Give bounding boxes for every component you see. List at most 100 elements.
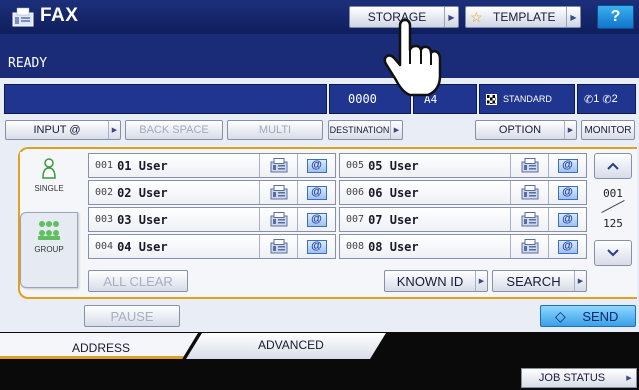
input-at-button[interactable]: INPUT @ ▶ <box>5 120 121 140</box>
at-sign-icon: @ <box>557 212 578 227</box>
at-sign-icon: @ <box>306 212 327 227</box>
page-divider <box>601 199 625 214</box>
pause-label: PAUSE <box>110 308 154 324</box>
phone-icon: ✆ <box>584 93 594 106</box>
address-row[interactable]: 004 04 User @ <box>88 234 336 259</box>
fax-machine-icon <box>270 239 287 254</box>
star-icon: ☆ <box>470 8 483 25</box>
address-name: 04 User <box>117 239 168 254</box>
fax-select-button[interactable] <box>510 181 548 204</box>
arrow-right-icon: ▶ <box>108 121 120 139</box>
address-row[interactable]: 007 07 User @ <box>339 207 587 232</box>
search-label: SEARCH <box>506 273 561 289</box>
tab-single[interactable]: SINGLE <box>20 152 78 210</box>
address-row[interactable]: 006 06 User @ <box>339 180 587 205</box>
address-row[interactable]: 003 03 User @ <box>88 207 336 232</box>
destination-button[interactable]: DESTINATION ▶ <box>328 120 403 140</box>
info-bar: 0000 A4 STANDARD ✆ 1 ✆ 2 <box>4 84 636 114</box>
address-number: 003 <box>95 214 114 225</box>
address-number: 001 <box>95 160 114 171</box>
email-select-button[interactable]: @ <box>297 235 335 258</box>
fax-select-button[interactable] <box>259 208 297 231</box>
template-label: TEMPLATE <box>493 10 556 24</box>
resolution-display: STANDARD <box>479 84 575 114</box>
monitor-button[interactable]: MONITOR <box>581 120 635 140</box>
help-label: ? <box>610 8 621 25</box>
fax-select-button[interactable] <box>510 235 548 258</box>
all-clear-button[interactable]: ALL CLEAR <box>88 270 188 292</box>
chevron-down-icon <box>607 249 619 257</box>
destination-label: DESTINATION <box>329 125 390 135</box>
send-diamond-icon: ◇ <box>555 307 566 324</box>
job-status-button[interactable]: JOB STATUS ▶ <box>521 368 637 388</box>
pause-button[interactable]: PAUSE <box>84 305 180 327</box>
email-select-button[interactable]: @ <box>548 181 586 204</box>
address-name: 03 User <box>117 212 168 227</box>
send-button[interactable]: ◇ SEND <box>540 305 636 327</box>
arrow-right-icon: ▶ <box>390 121 402 139</box>
address-name: 07 User <box>368 212 419 227</box>
fax-select-button[interactable] <box>259 235 297 258</box>
fax-machine-icon <box>521 212 538 227</box>
known-id-label: KNOWN ID <box>396 273 464 289</box>
app-title: FAX <box>40 5 79 26</box>
option-label: OPTION <box>498 124 542 136</box>
option-button[interactable]: OPTION ▶ <box>475 120 577 140</box>
back-space-button[interactable]: BACK SPACE <box>125 120 223 140</box>
address-row[interactable]: 002 02 User @ <box>88 180 336 205</box>
status-strip <box>0 34 639 78</box>
fax-select-button[interactable] <box>259 154 297 177</box>
address-name: 02 User <box>117 185 168 200</box>
checker-icon <box>486 93 497 105</box>
address-row[interactable]: 005 05 User @ <box>339 153 587 178</box>
multi-label: MULTI <box>258 124 292 136</box>
address-name: 06 User <box>368 185 419 200</box>
address-number: 008 <box>346 241 365 252</box>
email-select-button[interactable]: @ <box>297 181 335 204</box>
fax-machine-icon <box>521 185 538 200</box>
help-button[interactable]: ? <box>597 5 634 29</box>
known-id-button[interactable]: KNOWN ID ▶ <box>384 270 488 292</box>
address-number: 006 <box>346 187 365 198</box>
address-row[interactable]: 008 08 User @ <box>339 234 587 259</box>
tab-group[interactable]: GROUP <box>20 212 78 288</box>
at-sign-icon: @ <box>306 185 327 200</box>
status-text: READY <box>8 56 48 71</box>
arrow-right-icon: ▶ <box>564 121 576 139</box>
fax-select-button[interactable] <box>259 181 297 204</box>
address-number: 007 <box>346 214 365 225</box>
resolution-label: STANDARD <box>503 94 552 104</box>
fax-app-icon <box>12 7 34 27</box>
email-select-button[interactable]: @ <box>297 154 335 177</box>
address-number: 002 <box>95 187 114 198</box>
all-clear-label: ALL CLEAR <box>103 273 173 289</box>
email-select-button[interactable]: @ <box>297 208 335 231</box>
email-select-button[interactable]: @ <box>548 208 586 231</box>
search-button[interactable]: SEARCH ▶ <box>492 270 587 292</box>
template-button[interactable]: ☆ TEMPLATE ▶ <box>465 6 581 28</box>
at-sign-icon: @ <box>306 239 327 254</box>
page-indicator: 001 125 <box>594 183 632 239</box>
arrow-right-icon: ▶ <box>626 375 632 382</box>
fax-select-button[interactable] <box>510 154 548 177</box>
address-name: 01 User <box>117 158 168 173</box>
scroll-up-button[interactable] <box>594 153 632 179</box>
person-icon <box>42 158 56 179</box>
hand-pointer-icon <box>383 18 442 97</box>
email-select-button[interactable]: @ <box>548 235 586 258</box>
total-pages: 125 <box>603 217 623 230</box>
tab-single-label: SINGLE <box>34 184 64 193</box>
input-label: INPUT @ <box>33 124 81 136</box>
address-number: 004 <box>95 241 114 252</box>
phone-icon: ✆ <box>602 93 612 106</box>
arrow-right-icon: ▶ <box>566 7 580 27</box>
address-name: 08 User <box>368 239 419 254</box>
line-2-label: 2 <box>611 93 618 105</box>
email-select-button[interactable]: @ <box>548 154 586 177</box>
line-indicator: ✆ 1 ✆ 2 <box>577 84 636 114</box>
scroll-down-button[interactable] <box>594 240 632 266</box>
fax-select-button[interactable] <box>510 208 548 231</box>
address-row[interactable]: 001 01 User @ <box>88 153 336 178</box>
multi-button[interactable]: MULTI <box>227 120 323 140</box>
fax-machine-icon <box>521 158 538 173</box>
